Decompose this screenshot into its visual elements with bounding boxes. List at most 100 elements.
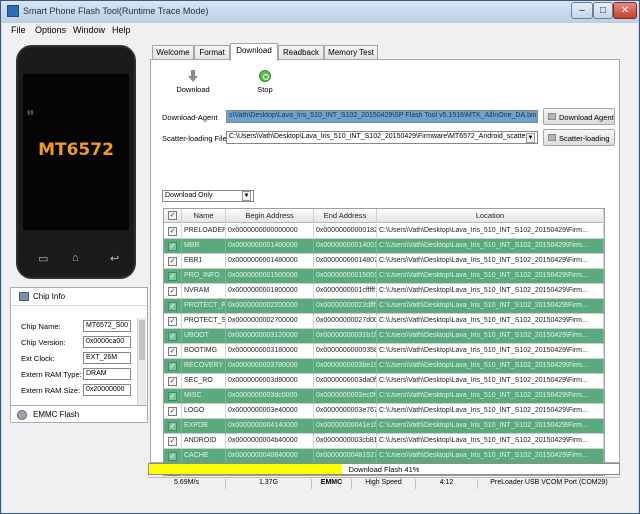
row-checkbox[interactable]: ✓ (168, 242, 177, 251)
row-checkbox-cell: ✓ (164, 329, 182, 344)
end-address-cell: 0x00000000014001ff (314, 239, 377, 254)
ram-type-row: Extern RAM Type: DRAM (21, 368, 133, 381)
location-cell: C:\Users\Vath\Desktop\Lava_Iris_510_INT_… (377, 329, 604, 344)
header-end-address[interactable]: End Address (314, 209, 377, 223)
location-cell: C:\Users\Vath\Desktop\Lava_Iris_510_INT_… (377, 374, 604, 389)
row-checkbox[interactable]: ✓ (168, 287, 177, 296)
ram-type-field[interactable]: DRAM (83, 368, 131, 380)
chevron-down-icon[interactable]: ▼ (526, 133, 535, 143)
tab-download[interactable]: Download (230, 43, 278, 61)
row-checkbox-cell: ✓ (164, 254, 182, 269)
begin-address-cell: 0x0000000040840000 (226, 449, 314, 464)
header-name[interactable]: Name (182, 209, 226, 223)
partition-name-cell: MBR (182, 239, 226, 254)
end-address-cell: 0x00000000027d00ff (314, 314, 377, 329)
table-row[interactable]: ✓ BOOTIMG 0x0000000003180000 0x000000000003… (164, 344, 604, 359)
row-checkbox[interactable]: ✓ (168, 257, 177, 266)
table-row[interactable]: ✓ UBOOT 0x0000000003120000 0x00000000031b1f… (164, 329, 604, 344)
close-button[interactable]: ✕ (613, 2, 637, 19)
menu-window[interactable]: Window (73, 25, 105, 35)
row-checkbox[interactable]: ✓ (168, 392, 177, 401)
begin-address-cell: 0x0000000000000000 (226, 224, 314, 239)
menu-options[interactable]: Options (35, 25, 66, 35)
minimize-button[interactable]: – (571, 2, 593, 19)
table-row[interactable]: ✓ ANDROID 0x0000000004b40000 0x0000000003cb… (164, 434, 604, 449)
row-checkbox[interactable]: ✓ (168, 227, 177, 236)
menu-help[interactable]: Help (112, 25, 131, 35)
table-row[interactable]: ✓ NVRAM 0x0000000001800000 0x0000000001cfff… (164, 284, 604, 299)
chip-version-field[interactable]: 0x0000ca00 (83, 336, 131, 348)
emmc-flash-panel[interactable]: EMMC Flash (10, 405, 148, 423)
row-checkbox[interactable]: ✓ (168, 302, 177, 311)
download-mode-select[interactable]: Download Only ▼ (162, 190, 254, 202)
row-checkbox[interactable]: ✓ (168, 272, 177, 281)
begin-address-cell: 0x0000000003180000 (226, 344, 314, 359)
begin-address-cell: 0x0000000004b40000 (226, 434, 314, 449)
tab-memory-test[interactable]: Memory Test (324, 45, 378, 60)
table-row[interactable]: ✓ PROTECT_F 0x0000000002200000 0x0000000002… (164, 299, 604, 314)
maximize-button[interactable]: □ (593, 2, 613, 19)
header-location[interactable]: Location (377, 209, 604, 223)
row-checkbox-cell: ✓ (164, 449, 182, 464)
chip-name-field[interactable]: MT6572_S00 (83, 320, 131, 332)
row-checkbox[interactable]: ✓ (168, 437, 177, 446)
tab-welcome[interactable]: Welcome (152, 45, 194, 60)
partition-name-cell: EBR1 (182, 254, 226, 269)
status-time: 4:12 (416, 479, 478, 489)
row-checkbox[interactable]: ✓ (168, 332, 177, 341)
ext-clock-label: Ext Clock: (21, 354, 55, 363)
table-row[interactable]: ✓ EXPDB 0x0000000004140000 0x00000000041e1f… (164, 419, 604, 434)
chip-version-row: Chip Version: 0x0000ca00 (21, 336, 133, 349)
table-row[interactable]: ✓ EBR1 0x0000000001480000 0x00000000014807f… (164, 254, 604, 269)
end-address-cell: 0x00000000014807ff (314, 254, 377, 269)
row-checkbox[interactable]: ✓ (168, 452, 177, 461)
ram-size-field[interactable]: 0x20000000 (83, 384, 131, 396)
header-begin-address[interactable]: Begin Address (226, 209, 314, 223)
table-row[interactable]: ✓ LOGO 0x0000000003e40000 0x0000000003e767f… (164, 404, 604, 419)
menu-file[interactable]: File (11, 25, 26, 35)
scroll-thumb[interactable] (139, 320, 145, 360)
begin-address-cell: 0x0000000003d80000 (226, 374, 314, 389)
table-row[interactable]: ✓ PRELOADER 0x0000000000000000 0x0000000000… (164, 224, 604, 239)
download-agent-path[interactable]: s\Vath\Desktop\Lava_Iris_510_INT_S102_20… (226, 110, 538, 123)
download-agent-button[interactable]: Download Agent (543, 108, 615, 125)
header-select-all[interactable]: ✓ (164, 209, 182, 223)
phone-brand: ▮▮ (27, 110, 34, 116)
status-size: 1.37G (226, 479, 312, 489)
title-bar[interactable]: Smart Phone Flash Tool(Runtime Trace Mod… (1, 1, 639, 23)
row-checkbox[interactable]: ✓ (168, 422, 177, 431)
gear-icon (17, 410, 27, 420)
begin-address-cell: 0x0000000003120000 (226, 329, 314, 344)
table-row[interactable]: ✓ MBR 0x0000000001400000 0x00000000014001ff… (164, 239, 604, 254)
chip-info-header[interactable]: Chip Info (11, 288, 147, 306)
table-row[interactable]: ✓ CACHE 0x0000000040840000 0x00000000481527… (164, 449, 604, 464)
partition-name-cell: NVRAM (182, 284, 226, 299)
table-row[interactable]: ✓ RECOVERY 0x0000000003780000 0x0000000003b… (164, 359, 604, 374)
phone-screen: ▮▮ MT6572 (23, 74, 129, 230)
status-usb-speed: High Speed (352, 479, 416, 489)
ram-size-label: Extern RAM Size: (21, 386, 81, 395)
row-checkbox[interactable]: ✓ (168, 407, 177, 416)
partition-name-cell: MISC (182, 389, 226, 404)
table-row[interactable]: ✓ PRO_INFO 0x0000000001500000 0x00000000015… (164, 269, 604, 284)
end-address-cell: 0x00000000041e1fff (314, 419, 377, 434)
tab-readback[interactable]: Readback (278, 45, 324, 60)
tab-format[interactable]: Format (194, 45, 230, 60)
scatter-loading-button[interactable]: Scatter-loading (543, 129, 615, 146)
checkbox-icon[interactable]: ✓ (168, 211, 177, 220)
scatter-file-path[interactable]: C:\Users\Vath\Desktop\Lava_Iris_510_INT_… (226, 131, 538, 144)
table-row[interactable]: ✓ SEC_RO 0x0000000003d80000 0x0000000003da0… (164, 374, 604, 389)
row-checkbox[interactable]: ✓ (168, 347, 177, 356)
row-checkbox-cell: ✓ (164, 389, 182, 404)
begin-address-cell: 0x0000000004140000 (226, 419, 314, 434)
row-checkbox[interactable]: ✓ (168, 377, 177, 386)
row-checkbox-cell: ✓ (164, 404, 182, 419)
row-checkbox[interactable]: ✓ (168, 362, 177, 371)
folder-icon (548, 134, 556, 141)
table-row[interactable]: ✓ PROTECT_S 0x0000000002700000 0x0000000002… (164, 314, 604, 329)
row-checkbox[interactable]: ✓ (168, 317, 177, 326)
ext-clock-field[interactable]: EXT_26M (83, 352, 131, 364)
chevron-down-icon[interactable]: ▼ (242, 191, 251, 201)
begin-address-cell: 0x0000000001500000 (226, 269, 314, 284)
table-row[interactable]: ✓ MISC 0x0000000003dc0000 0x0000000003ec0ff… (164, 389, 604, 404)
